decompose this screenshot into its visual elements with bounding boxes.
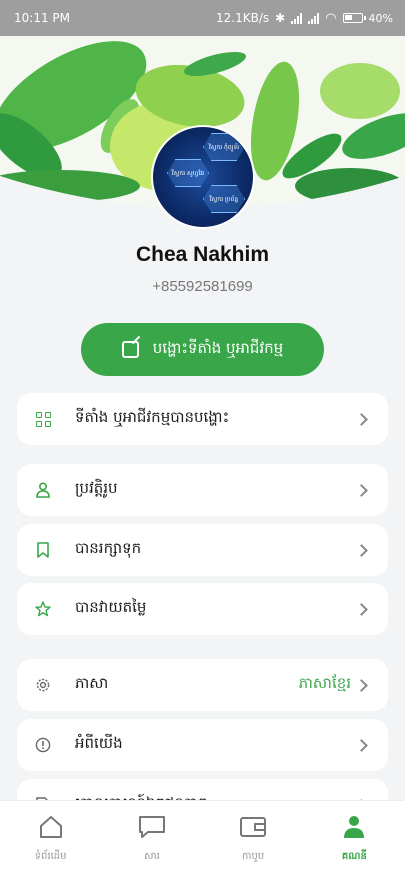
info-icon — [35, 737, 51, 753]
message-icon — [138, 815, 166, 843]
chevron-right-icon — [355, 678, 368, 692]
status-bar: 10:11 PM 12.1KB/s ✱ ◠ 40% — [0, 0, 405, 36]
nav-messages-label: សារ — [143, 851, 160, 862]
home-icon — [38, 815, 64, 843]
nav-home[interactable]: ទំព័រដើម — [0, 801, 101, 878]
menu-item-label: អំពីយើង — [75, 734, 123, 752]
avatar-hex-text: វិស្វករ ប្រព័ន្ធ — [203, 185, 245, 213]
nav-wallet-label: កាបូប — [242, 851, 265, 862]
menu-item-language[interactable]: ភាសា ភាសាខ្មែរ — [17, 659, 388, 711]
signal-icon — [291, 12, 303, 24]
chevron-right-icon — [355, 602, 368, 616]
avatar[interactable]: វិស្វករ កុំព្យូទ័រ វិស្វករ សូហ្វវែរ វិស្… — [151, 125, 255, 229]
nav-wallet[interactable]: កាបូប — [203, 801, 304, 878]
bluetooth-icon: ✱ — [275, 11, 286, 25]
menu-item-rated[interactable]: បានវាយតម្លៃ — [17, 583, 388, 635]
battery-level: 40% — [368, 11, 393, 25]
wifi-icon: ◠ — [325, 10, 337, 26]
menu-item-label: ទីតាំង ឬអាជីវកម្មបានបង្ហោះ — [75, 408, 230, 426]
chevron-right-icon — [355, 483, 368, 497]
nav-account[interactable]: គណនី — [304, 801, 405, 878]
status-indicators: 12.1KB/s ✱ ◠ 40% — [216, 11, 393, 26]
nav-account-label: គណនី — [341, 851, 367, 862]
post-location-button[interactable]: បង្ហោះទីតាំង ឬអាជីវកម្ម — [81, 323, 324, 376]
profile-name: Chea Nakhim — [135, 243, 270, 266]
wallet-icon — [239, 815, 267, 843]
edit-icon — [121, 341, 139, 358]
status-time: 10:11 PM — [14, 11, 70, 25]
profile-phone: +85592581699 — [152, 278, 253, 295]
menu-item-saved[interactable]: បានរក្សាទុក — [17, 524, 388, 576]
menu-item-label: ប្រវត្តិរូប — [75, 479, 118, 497]
menu-item-about[interactable]: អំពីយើង — [17, 719, 388, 771]
menu-item-label: ភាសា — [75, 674, 109, 692]
post-location-button-label: បង្ហោះទីតាំង ឬអាជីវកម្ម — [152, 338, 284, 357]
avatar-hex-text: វិស្វករ កុំព្យូទ័រ — [203, 133, 245, 161]
language-value: ភាសាខ្មែរ — [298, 674, 351, 692]
star-icon — [35, 601, 51, 617]
chevron-right-icon — [355, 412, 368, 426]
user-icon — [35, 482, 51, 498]
bottom-navigation: ទំព័រដើម សារ កាបូប គណនី — [0, 800, 405, 878]
bookmark-icon — [35, 542, 51, 558]
menu-item-posted-locations[interactable]: ទីតាំង ឬអាជីវកម្មបានបង្ហោះ — [17, 393, 388, 445]
chevron-right-icon — [355, 543, 368, 557]
grid-icon — [35, 411, 51, 427]
network-speed: 12.1KB/s — [216, 11, 270, 25]
menu-item-label: បានរក្សាទុក — [75, 539, 142, 557]
chevron-right-icon — [355, 738, 368, 752]
person-icon — [343, 815, 365, 843]
menu-item-profile[interactable]: ប្រវត្តិរូប — [17, 464, 388, 516]
menu-item-label: បានវាយតម្លៃ — [75, 598, 147, 616]
nav-messages[interactable]: សារ — [101, 801, 202, 878]
battery-icon — [342, 13, 366, 23]
gear-icon — [35, 677, 51, 693]
nav-home-label: ទំព័រដើម — [34, 851, 67, 862]
signal-icon — [308, 12, 320, 24]
avatar-hex-text: វិស្វករ សូហ្វវែរ — [167, 159, 209, 187]
